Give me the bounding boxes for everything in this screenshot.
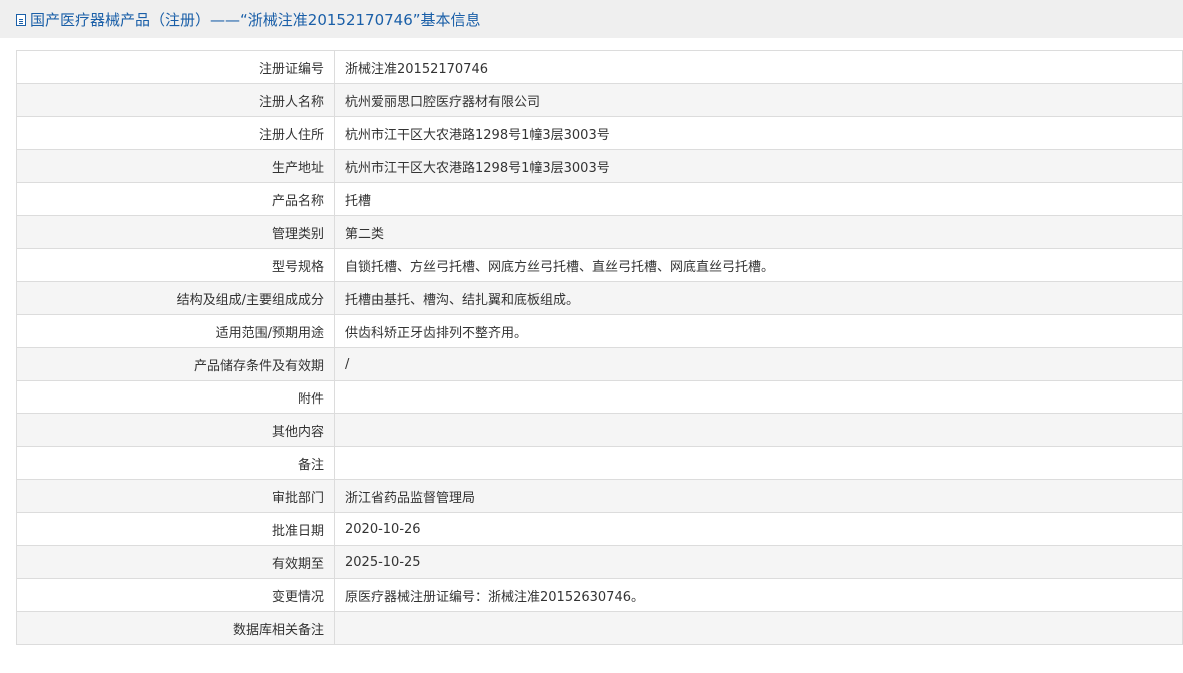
page-title: 国产医疗器械产品（注册）——“浙械注准20152170746”基本信息 <box>30 10 481 29</box>
row-label: 结构及组成/主要组成成分 <box>16 281 335 315</box>
row-label: 审批部门 <box>16 479 335 513</box>
row-label: 产品名称 <box>16 182 335 216</box>
table-row: 批准日期 2020-10-26 <box>16 512 1183 546</box>
row-value <box>334 380 1183 414</box>
row-label: 适用范围/预期用途 <box>16 314 335 348</box>
table-row: 型号规格 自锁托槽、方丝弓托槽、网底方丝弓托槽、直丝弓托槽、网底直丝弓托槽。 <box>16 248 1183 282</box>
table-row: 管理类别 第二类 <box>16 215 1183 249</box>
row-label: 批准日期 <box>16 512 335 546</box>
table-row: 注册证编号 浙械注准20152170746 <box>16 50 1183 84</box>
row-label: 管理类别 <box>16 215 335 249</box>
table-row: 附件 <box>16 380 1183 414</box>
table-row: 备注 <box>16 446 1183 480</box>
row-label: 数据库相关备注 <box>16 611 335 645</box>
row-value: 托槽 <box>334 182 1183 216</box>
document-icon <box>16 13 26 26</box>
table-row: 注册人住所 杭州市江干区大农港路1298号1幢3层3003号 <box>16 116 1183 150</box>
row-value: / <box>334 347 1183 381</box>
row-label: 产品储存条件及有效期 <box>16 347 335 381</box>
table-row: 产品储存条件及有效期 / <box>16 347 1183 381</box>
row-value: 托槽由基托、槽沟、结扎翼和底板组成。 <box>334 281 1183 315</box>
table-row: 其他内容 <box>16 413 1183 447</box>
row-label: 生产地址 <box>16 149 335 183</box>
row-value: 杭州市江干区大农港路1298号1幢3层3003号 <box>334 116 1183 150</box>
info-table-container: 注册证编号 浙械注准20152170746 注册人名称 杭州爱丽思口腔医疗器材有限公… <box>16 50 1183 645</box>
row-value: 原医疗器械注册证编号：浙械注准20152630746。 <box>334 578 1183 612</box>
row-label: 注册人名称 <box>16 83 335 117</box>
row-label: 有效期至 <box>16 545 335 579</box>
row-value: 杭州市江干区大农港路1298号1幢3层3003号 <box>334 149 1183 183</box>
row-value: 2025-10-25 <box>334 545 1183 579</box>
table-row: 有效期至 2025-10-25 <box>16 545 1183 579</box>
page-header: 国产医疗器械产品（注册）——“浙械注准20152170746”基本信息 <box>0 0 1183 38</box>
row-value: 自锁托槽、方丝弓托槽、网底方丝弓托槽、直丝弓托槽、网底直丝弓托槽。 <box>334 248 1183 282</box>
row-label: 其他内容 <box>16 413 335 447</box>
row-label: 注册证编号 <box>16 50 335 84</box>
row-value: 第二类 <box>334 215 1183 249</box>
row-value <box>334 413 1183 447</box>
row-label: 型号规格 <box>16 248 335 282</box>
row-label: 注册人住所 <box>16 116 335 150</box>
info-table: 注册证编号 浙械注准20152170746 注册人名称 杭州爱丽思口腔医疗器材有限公… <box>16 50 1183 645</box>
row-value: 供齿科矫正牙齿排列不整齐用。 <box>334 314 1183 348</box>
table-row: 数据库相关备注 <box>16 611 1183 645</box>
table-row: 注册人名称 杭州爱丽思口腔医疗器材有限公司 <box>16 83 1183 117</box>
row-value: 浙江省药品监督管理局 <box>334 479 1183 513</box>
table-row: 产品名称 托槽 <box>16 182 1183 216</box>
row-label: 附件 <box>16 380 335 414</box>
row-value <box>334 611 1183 645</box>
row-value <box>334 446 1183 480</box>
row-label: 备注 <box>16 446 335 480</box>
row-value: 杭州爱丽思口腔医疗器材有限公司 <box>334 83 1183 117</box>
table-row: 适用范围/预期用途 供齿科矫正牙齿排列不整齐用。 <box>16 314 1183 348</box>
table-row: 审批部门 浙江省药品监督管理局 <box>16 479 1183 513</box>
table-row: 生产地址 杭州市江干区大农港路1298号1幢3层3003号 <box>16 149 1183 183</box>
row-value: 2020-10-26 <box>334 512 1183 546</box>
table-row: 结构及组成/主要组成成分 托槽由基托、槽沟、结扎翼和底板组成。 <box>16 281 1183 315</box>
row-value: 浙械注准20152170746 <box>334 50 1183 84</box>
row-label: 变更情况 <box>16 578 335 612</box>
table-row: 变更情况 原医疗器械注册证编号：浙械注准20152630746。 <box>16 578 1183 612</box>
